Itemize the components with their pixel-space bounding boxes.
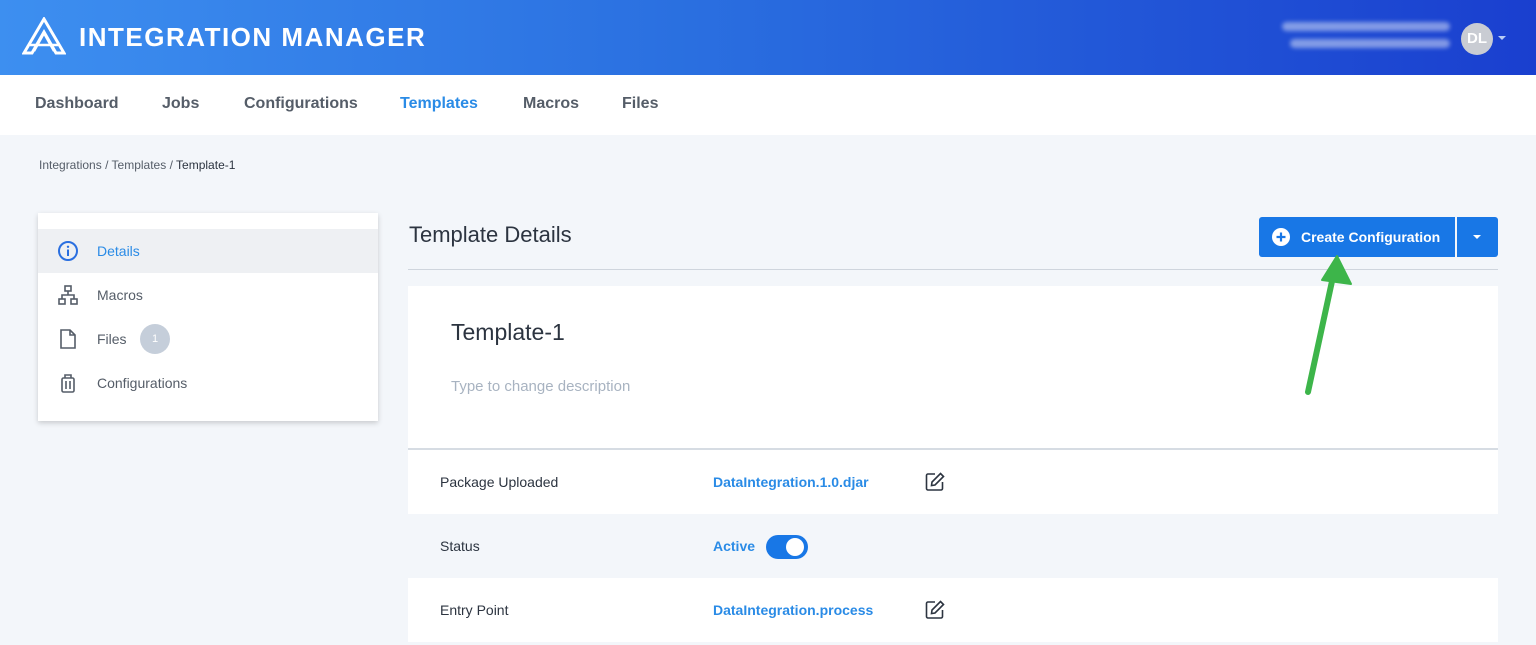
main-nav: Dashboard Jobs Configurations Templates … xyxy=(0,75,1536,135)
detail-row-status: Status Active xyxy=(408,514,1498,578)
detail-row-entry-point: Entry Point DataIntegration.process xyxy=(408,578,1498,642)
info-icon xyxy=(58,241,78,261)
file-icon xyxy=(60,329,76,349)
template-name[interactable]: Template-1 xyxy=(451,319,565,346)
status-toggle[interactable] xyxy=(766,535,808,559)
sidebar-item-macros[interactable]: Macros xyxy=(38,273,378,317)
sidebar-item-label: Macros xyxy=(97,287,143,303)
nav-files[interactable]: Files xyxy=(622,95,658,113)
breadcrumb-separator: / xyxy=(169,158,173,172)
luggage-icon xyxy=(61,374,75,393)
breadcrumb-integrations[interactable]: Integrations xyxy=(39,158,102,172)
app-title: INTEGRATION MANAGER xyxy=(79,22,427,52)
sidebar-item-label: Configurations xyxy=(97,375,188,391)
user-email-line xyxy=(1282,22,1450,31)
user-account-line xyxy=(1290,39,1450,48)
top-bar: INTEGRATION MANAGER DL xyxy=(0,0,1536,75)
row-label: Package Uploaded xyxy=(440,474,559,490)
nav-macros[interactable]: Macros xyxy=(523,95,579,113)
toggle-knob xyxy=(786,538,804,556)
edit-icon[interactable] xyxy=(924,471,946,493)
nav-templates[interactable]: Templates xyxy=(400,95,478,113)
breadcrumb: Integrations / Templates / Template-1 xyxy=(39,158,235,172)
page-title: Template Details xyxy=(409,222,572,247)
user-avatar[interactable]: DL xyxy=(1461,23,1493,55)
chevron-down-icon[interactable] xyxy=(1498,36,1506,40)
detail-row-package: Package Uploaded DataIntegration.1.0.dja… xyxy=(408,450,1498,514)
entry-point-link[interactable]: DataIntegration.process xyxy=(713,602,873,618)
sidebar-item-label: Details xyxy=(97,243,140,259)
template-side-panel: Details Macros Files 1 Configurations xyxy=(38,213,378,421)
description-input[interactable]: Type to change description xyxy=(451,378,630,395)
sidebar-item-files[interactable]: Files 1 xyxy=(38,317,378,361)
sitemap-icon xyxy=(58,285,78,305)
breadcrumb-templates[interactable]: Templates xyxy=(112,158,167,172)
row-label: Status xyxy=(440,538,480,554)
sidebar-item-configurations[interactable]: Configurations xyxy=(38,361,378,405)
nav-configurations[interactable]: Configurations xyxy=(244,95,358,113)
annotation-arrow-icon xyxy=(1305,255,1352,395)
chevron-down-icon xyxy=(1473,235,1481,239)
app-logo-icon xyxy=(22,17,66,55)
nav-dashboard[interactable]: Dashboard xyxy=(35,95,119,113)
edit-icon[interactable] xyxy=(924,599,946,621)
user-info[interactable] xyxy=(1282,22,1450,56)
plus-circle-icon xyxy=(1272,228,1290,246)
sidebar-item-details[interactable]: Details xyxy=(38,229,378,273)
breadcrumb-current: Template-1 xyxy=(176,158,236,172)
breadcrumb-separator: / xyxy=(105,158,109,172)
sidebar-item-label: Files xyxy=(97,331,127,347)
status-value: Active xyxy=(713,538,756,554)
row-label: Entry Point xyxy=(440,602,509,618)
create-configuration-dropdown-button[interactable] xyxy=(1457,217,1498,257)
create-configuration-label: Create Configuration xyxy=(1301,229,1441,245)
files-count-badge: 1 xyxy=(140,324,170,354)
nav-jobs[interactable]: Jobs xyxy=(162,95,199,113)
package-link[interactable]: DataIntegration.1.0.djar xyxy=(713,474,869,490)
